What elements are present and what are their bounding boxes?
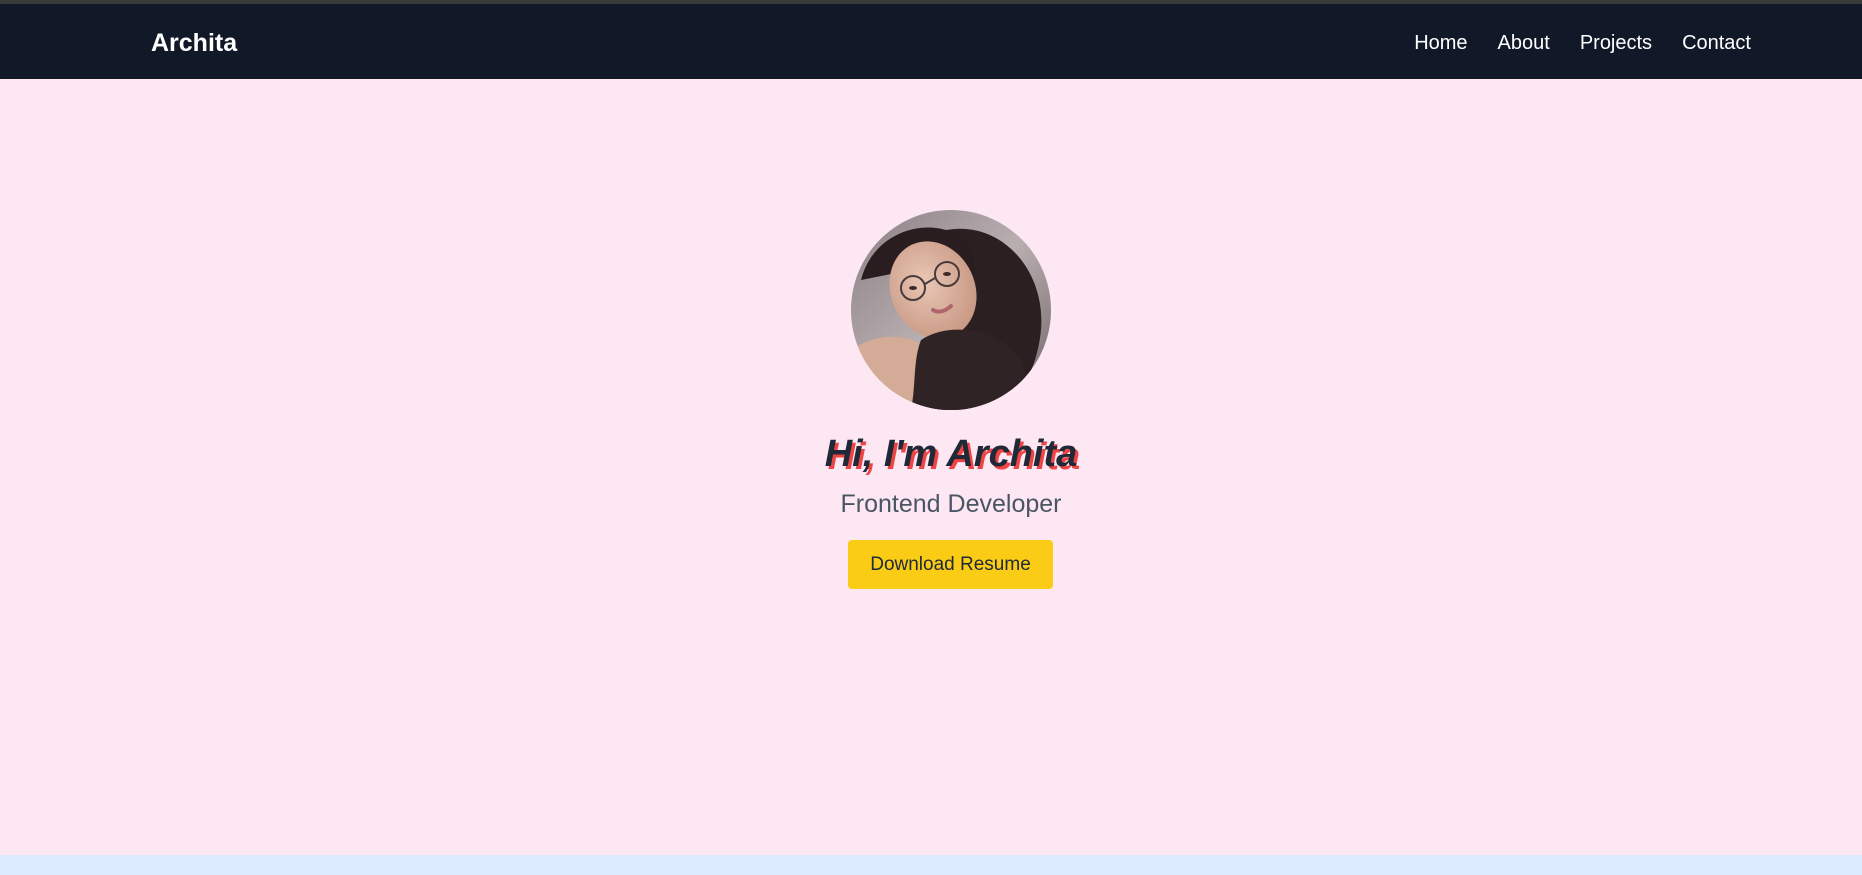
nav-links: Home About Projects Contact <box>1414 30 1751 56</box>
avatar-photo <box>851 210 1051 410</box>
download-resume-button[interactable]: Download Resume <box>848 540 1053 589</box>
brand-logo-text[interactable]: Archita <box>151 28 237 58</box>
avatar <box>851 210 1051 410</box>
hero-section: Hi, I'm Archita Frontend Developer Downl… <box>0 79 1862 855</box>
nav-link-contact[interactable]: Contact <box>1682 30 1751 56</box>
nav-link-home[interactable]: Home <box>1414 30 1467 56</box>
nav-link-projects[interactable]: Projects <box>1580 30 1652 56</box>
next-section-edge <box>0 855 1862 875</box>
navbar: Archita Home About Projects Contact <box>0 4 1862 79</box>
hero-subtitle: Frontend Developer <box>840 490 1062 518</box>
nav-link-about[interactable]: About <box>1498 30 1550 56</box>
hero-title: Hi, I'm Archita <box>824 433 1078 475</box>
